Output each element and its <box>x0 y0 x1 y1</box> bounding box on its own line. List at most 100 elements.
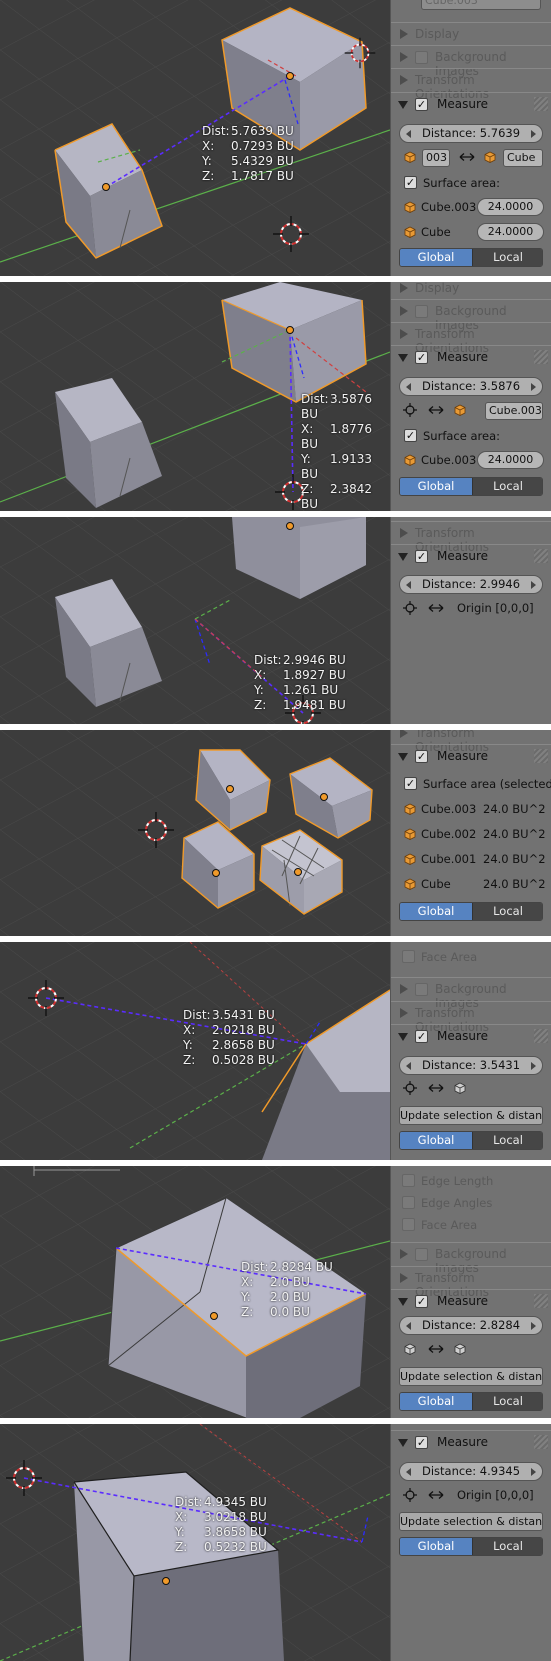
area-value-field[interactable]: 24.0000 <box>477 223 544 241</box>
arrow-right-icon[interactable] <box>531 1468 536 1476</box>
panel-measure[interactable]: ✓ Measure <box>391 1024 551 1048</box>
measure-enable-checkbox[interactable]: ✓ <box>415 1295 428 1308</box>
panel-measure[interactable]: ✓ Measure <box>391 1430 551 1454</box>
swap-arrows-icon[interactable] <box>428 1344 444 1354</box>
drag-handle-icon[interactable] <box>534 549 548 563</box>
global-button[interactable]: Global <box>400 249 472 266</box>
area-value-field[interactable]: 24.0000 <box>477 198 544 216</box>
drag-handle-icon[interactable] <box>534 1435 548 1449</box>
global-button[interactable]: Global <box>400 1393 472 1410</box>
object-a-field[interactable]: 003 <box>422 149 450 167</box>
space-toggle[interactable]: Global Local <box>399 1131 543 1150</box>
panel-display[interactable]: Display <box>391 282 551 300</box>
measure-enable-checkbox[interactable]: ✓ <box>415 550 428 563</box>
viewport-3d[interactable]: Dist:3.5876 BU X: 1.8776 BU Y: 1.9133 BU Z… <box>0 282 390 511</box>
space-toggle[interactable]: Global Local <box>399 902 543 921</box>
panel-transform-orientations[interactable]: Transform Orientations <box>391 730 551 754</box>
panel-transform-orientations[interactable]: Transform Orientations <box>391 68 551 101</box>
face-area-checkbox[interactable] <box>402 1218 415 1231</box>
space-toggle[interactable]: Global Local <box>399 477 543 496</box>
arrow-left-icon[interactable] <box>406 1468 411 1476</box>
checkbox[interactable] <box>415 51 428 64</box>
space-toggle[interactable]: Global Local <box>399 1392 543 1411</box>
measure-enable-checkbox[interactable]: ✓ <box>415 98 428 111</box>
panel-background-images[interactable]: Background Images <box>391 299 551 332</box>
panel-display[interactable]: Display <box>391 22 551 46</box>
object-b-field[interactable]: Cube <box>503 149 543 167</box>
edge-angles-checkbox[interactable] <box>402 1196 415 1209</box>
distance-field[interactable]: Distance: 2.8284 <box>399 1316 543 1335</box>
arrow-left-icon[interactable] <box>406 130 411 138</box>
space-toggle[interactable]: Global Local <box>399 1537 543 1556</box>
viewport-3d[interactable]: Dist:3.5431 BU X: 2.0218 BU Y: 2.8658 BU Z… <box>0 942 390 1160</box>
local-button[interactable]: Local <box>472 1393 542 1410</box>
viewport-3d[interactable]: Dist:5.7639 BU X: 0.7293 BU Y: 5.4329 BU Z… <box>0 0 390 276</box>
panel-measure[interactable]: ✓ Measure <box>391 345 551 369</box>
arrow-left-icon[interactable] <box>406 1062 411 1070</box>
swap-arrows-icon[interactable] <box>459 152 475 162</box>
area-value-field[interactable]: 24.0000 <box>477 451 544 469</box>
panel-background-images[interactable]: Background Images <box>391 977 551 1010</box>
drag-handle-icon[interactable] <box>534 749 548 763</box>
swap-arrows-icon[interactable] <box>428 603 444 613</box>
panel-measure[interactable]: ✓ Measure <box>391 544 551 568</box>
arrow-right-icon[interactable] <box>531 130 536 138</box>
swap-arrows-icon[interactable] <box>428 1490 444 1500</box>
swap-arrows-icon[interactable] <box>428 405 444 415</box>
distance-field[interactable]: Distance: 5.7639 <box>399 124 543 143</box>
measure-enable-checkbox[interactable]: ✓ <box>415 750 428 763</box>
arrow-right-icon[interactable] <box>531 1322 536 1330</box>
name-field[interactable]: Cube.003 <box>421 0 541 10</box>
checkbox[interactable] <box>415 305 428 318</box>
drag-handle-icon[interactable] <box>534 350 548 364</box>
global-button[interactable]: Global <box>400 1132 472 1149</box>
drag-handle-icon[interactable] <box>534 1294 548 1308</box>
space-toggle[interactable]: Global Local <box>399 248 543 267</box>
edge-length-checkbox[interactable] <box>402 1174 415 1187</box>
surface-area-checkbox[interactable]: ✓ <box>404 176 417 189</box>
global-button[interactable]: Global <box>400 1538 472 1555</box>
update-selection-button[interactable]: Update selection & distance <box>399 1512 543 1531</box>
swap-arrows-icon[interactable] <box>428 1083 444 1093</box>
viewport-3d[interactable]: Dist:4.9345 BU X: 3.0218 BU Y: 3.8658 BU Z… <box>0 1424 390 1661</box>
local-button[interactable]: Local <box>472 249 542 266</box>
local-button[interactable]: Local <box>472 1538 542 1555</box>
panel-measure[interactable]: ✓ Measure <box>391 744 551 768</box>
checkbox[interactable] <box>415 983 428 996</box>
local-button[interactable]: Local <box>472 903 542 920</box>
arrow-right-icon[interactable] <box>531 1062 536 1070</box>
arrow-left-icon[interactable] <box>406 1322 411 1330</box>
global-button[interactable]: Global <box>400 903 472 920</box>
global-button[interactable]: Global <box>400 478 472 495</box>
distance-field[interactable]: Distance: 2.9946 <box>399 575 543 594</box>
measure-enable-checkbox[interactable]: ✓ <box>415 1030 428 1043</box>
panel-transform-orientations[interactable]: Transform Orientations <box>391 521 551 554</box>
object-b-field[interactable]: Cube.003 <box>485 402 543 420</box>
panel-measure[interactable]: ✓ Measure <box>391 92 551 116</box>
arrow-left-icon[interactable] <box>406 581 411 589</box>
arrow-right-icon[interactable] <box>531 581 536 589</box>
panel-measure[interactable]: ✓ Measure <box>391 1289 551 1313</box>
viewport-3d[interactable]: Dist:2.8284 BU X: 2.0 BU Y: 2.0 BU Z: 0.0 B… <box>0 1166 390 1418</box>
distance-field[interactable]: Distance: 4.9345 <box>399 1462 543 1481</box>
local-button[interactable]: Local <box>472 1132 542 1149</box>
viewport-3d[interactable] <box>0 730 390 936</box>
panel-transform-orientations[interactable]: Transform Orientations <box>391 1001 551 1034</box>
panel-transform-orientations[interactable]: Transform Orientations <box>391 322 551 355</box>
drag-handle-icon[interactable] <box>534 97 548 111</box>
panel-transform-orientations[interactable]: Transform Orientations <box>391 1266 551 1299</box>
drag-handle-icon[interactable] <box>534 1029 548 1043</box>
distance-field[interactable]: Distance: 3.5876 <box>399 377 543 396</box>
face-area-checkbox[interactable] <box>402 950 415 963</box>
panel-background-images[interactable]: Background Images <box>391 45 551 78</box>
distance-field[interactable]: Distance: 3.5431 <box>399 1056 543 1075</box>
panel-background-images[interactable]: Background Images <box>391 1242 551 1275</box>
viewport-3d[interactable]: Dist:2.9946 BU X: 1.8927 BU Y: 1.261 BU Z:… <box>0 517 390 724</box>
measure-enable-checkbox[interactable]: ✓ <box>415 351 428 364</box>
update-selection-button[interactable]: Update selection & distance <box>399 1367 543 1386</box>
local-button[interactable]: Local <box>472 478 542 495</box>
surface-area-checkbox[interactable]: ✓ <box>404 429 417 442</box>
update-selection-button[interactable]: Update selection & distance <box>399 1106 543 1125</box>
measure-enable-checkbox[interactable]: ✓ <box>415 1436 428 1449</box>
arrow-right-icon[interactable] <box>531 383 536 391</box>
